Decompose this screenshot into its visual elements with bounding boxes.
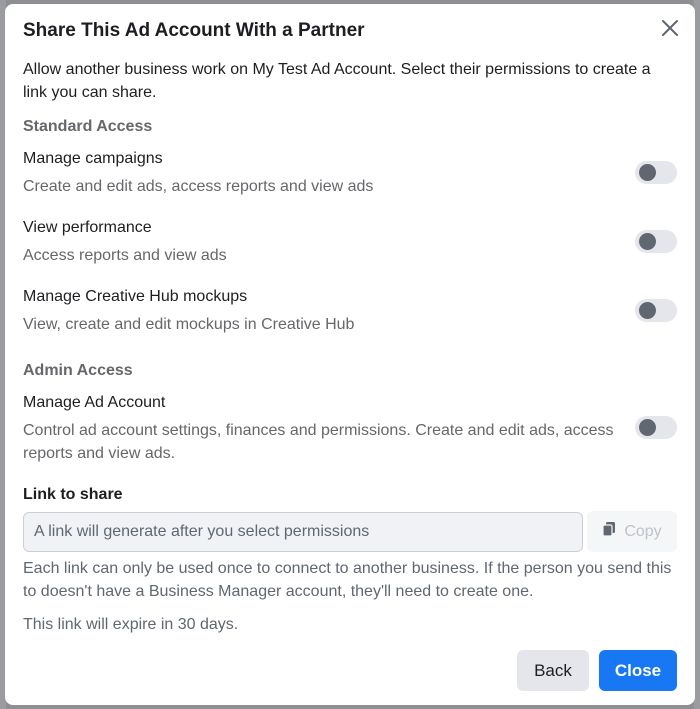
permission-title-manage-ad-account: Manage Ad Account — [23, 394, 166, 411]
back-button[interactable]: Back — [517, 650, 589, 691]
link-expiry-note: This link will expire in 30 days. — [23, 616, 239, 633]
dialog-title: Share This Ad Account With a Partner — [23, 20, 365, 41]
standard-access-heading: Standard Access — [23, 118, 153, 135]
permission-title-view-performance: View performance — [23, 219, 152, 236]
toggle-knob — [639, 302, 656, 319]
link-to-share-label: Link to share — [23, 486, 123, 503]
permission-desc-view-performance: Access reports and view ads — [23, 247, 227, 264]
dialog-intro: Allow another business work on My Test A… — [23, 61, 651, 101]
close-dialog-button[interactable] — [657, 17, 683, 43]
copy-icon — [602, 521, 616, 542]
link-usage-note: Each link can only be used once to conne… — [23, 560, 672, 600]
permission-title-manage-campaigns: Manage campaigns — [23, 150, 163, 167]
copy-button-label: Copy — [624, 522, 662, 540]
share-link-field[interactable]: A link will generate after you select pe… — [23, 512, 583, 552]
toggle-knob — [639, 419, 656, 436]
toggle-view-performance[interactable] — [635, 230, 677, 253]
permission-title-creative-hub: Manage Creative Hub mockups — [23, 288, 248, 305]
toggle-manage-ad-account[interactable] — [635, 416, 677, 439]
share-dialog: Share This Ad Account With a Partner All… — [5, 4, 695, 705]
permission-desc-manage-ad-account: Control ad account settings, finances an… — [23, 422, 614, 462]
permission-desc-creative-hub: View, create and edit mockups in Creativ… — [23, 316, 355, 333]
toggle-knob — [639, 164, 656, 181]
copy-link-button[interactable]: Copy — [587, 511, 677, 552]
toggle-manage-campaigns[interactable] — [635, 161, 677, 184]
permission-desc-manage-campaigns: Create and edit ads, access reports and … — [23, 178, 374, 195]
close-icon — [661, 19, 679, 42]
close-button[interactable]: Close — [599, 650, 677, 691]
toggle-creative-hub[interactable] — [635, 299, 677, 322]
toggle-knob — [639, 233, 656, 250]
admin-access-heading: Admin Access — [23, 362, 133, 379]
